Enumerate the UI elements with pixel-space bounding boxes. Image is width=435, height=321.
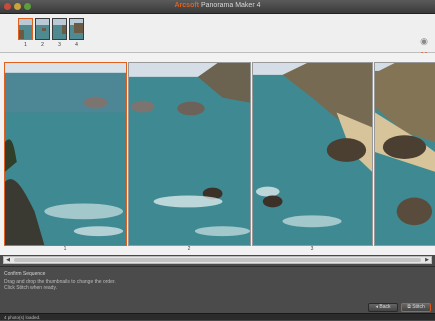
instruction-title: Confirm Sequence bbox=[4, 271, 46, 277]
thumbnail-strip: 1 2 3 4 ◉ ✕ bbox=[0, 14, 435, 60]
photo-number: 2 bbox=[187, 246, 191, 252]
horizontal-scrollbar[interactable]: ◀ ▶ bbox=[3, 256, 432, 264]
brand-name: Arcsoft bbox=[174, 2, 200, 9]
arrow-right-icon[interactable]: ▶ bbox=[423, 257, 431, 263]
thumbnail-number: 4 bbox=[75, 42, 78, 48]
eye-icon[interactable]: ◉ bbox=[419, 36, 429, 46]
photo-number: 3 bbox=[310, 246, 314, 252]
photo-3[interactable] bbox=[252, 62, 373, 246]
arrow-left-icon[interactable]: ◀ bbox=[4, 257, 12, 263]
window-title: Arcsoft Panorama Maker 4 bbox=[0, 2, 435, 9]
thumbnail-number: 2 bbox=[41, 42, 44, 48]
instruction-line-2: Click Stitch when ready. bbox=[4, 285, 57, 291]
thumbnail-3[interactable] bbox=[52, 18, 67, 40]
thumbnail-number: 1 bbox=[24, 42, 27, 48]
thumbnail-1[interactable] bbox=[18, 18, 33, 40]
thumbnail-4[interactable] bbox=[69, 18, 84, 40]
photo-sequence-area: 1 2 3 bbox=[0, 53, 435, 255]
scrollbar-thumb[interactable] bbox=[14, 258, 421, 262]
app-name: Panorama Maker 4 bbox=[200, 2, 261, 9]
back-button-label: Back bbox=[379, 304, 391, 310]
photo-2[interactable] bbox=[128, 62, 251, 246]
back-button[interactable]: ◂ Back bbox=[368, 303, 398, 312]
stitch-button-label: Stitch bbox=[412, 304, 425, 310]
title-bar: Arcsoft Panorama Maker 4 bbox=[0, 0, 435, 14]
photo-4[interactable] bbox=[374, 62, 435, 246]
instruction-panel: Confirm Sequence Drag and drop the thumb… bbox=[0, 266, 435, 314]
panorama-maker-window: Arcsoft Panorama Maker 4 1 2 3 4 ◉ ✕ bbox=[0, 0, 435, 320]
photo-1[interactable] bbox=[4, 62, 127, 246]
thumbnail-number: 3 bbox=[58, 42, 61, 48]
status-bar: 4 photo(s) loaded. bbox=[0, 313, 435, 320]
photo-number: 1 bbox=[63, 246, 67, 252]
stitch-button[interactable]: ⧉ Stitch bbox=[401, 303, 431, 312]
thumbnail-2[interactable] bbox=[35, 18, 50, 40]
